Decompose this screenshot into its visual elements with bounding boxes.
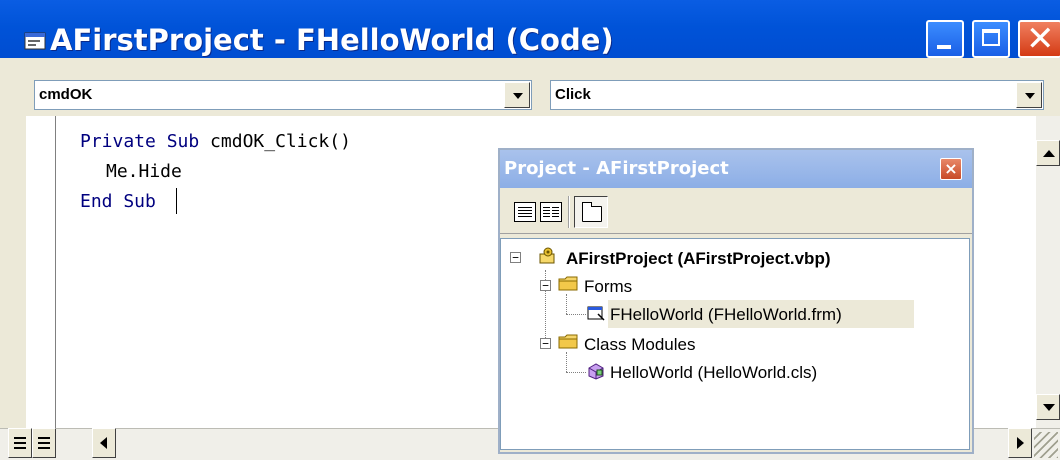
code-line-3: End Sub bbox=[80, 188, 156, 216]
maximize-button[interactable] bbox=[972, 20, 1010, 58]
chevron-down-icon[interactable] bbox=[1016, 82, 1042, 108]
object-dropdown-value: cmdOK bbox=[39, 86, 93, 103]
procedure-view-icon bbox=[14, 437, 26, 449]
project-explorer-toolbar bbox=[500, 188, 972, 234]
tree-collapse-toggle[interactable]: − bbox=[540, 280, 551, 291]
chevron-down-icon[interactable] bbox=[504, 82, 530, 108]
tree-collapse-toggle[interactable]: − bbox=[510, 252, 521, 263]
view-object-icon[interactable] bbox=[540, 202, 562, 222]
toggle-folders-icon bbox=[582, 202, 602, 222]
project-icon bbox=[539, 247, 555, 264]
procedure-dropdown-value: Click bbox=[555, 86, 591, 103]
scroll-down-button[interactable] bbox=[1036, 394, 1060, 420]
form-icon bbox=[587, 306, 605, 321]
minimize-button[interactable] bbox=[926, 20, 964, 58]
tree-connector bbox=[566, 372, 586, 373]
margin-indicator-bar[interactable] bbox=[26, 116, 56, 428]
toolbar-separator bbox=[568, 196, 570, 228]
procedure-dropdown[interactable]: Click bbox=[550, 80, 1044, 110]
folder-icon bbox=[558, 334, 578, 349]
tree-item-project[interactable]: AFirstProject (AFirstProject.vbp) bbox=[566, 246, 831, 272]
procedure-view-button[interactable] bbox=[8, 428, 32, 458]
scroll-left-button[interactable] bbox=[92, 428, 116, 458]
folder-icon bbox=[558, 276, 578, 291]
object-dropdown[interactable]: cmdOK bbox=[34, 80, 532, 110]
tree-collapse-toggle[interactable]: − bbox=[540, 338, 551, 349]
scroll-up-button[interactable] bbox=[1036, 140, 1060, 166]
class-module-icon bbox=[588, 363, 604, 380]
full-module-view-button[interactable] bbox=[32, 428, 56, 458]
code-window-icon bbox=[24, 32, 46, 50]
tree-connector bbox=[566, 352, 567, 372]
project-explorer-close-button[interactable]: × bbox=[940, 158, 962, 180]
scroll-right-button[interactable] bbox=[1008, 428, 1032, 458]
resize-grip[interactable] bbox=[1034, 432, 1058, 458]
tree-connector bbox=[566, 294, 567, 314]
tree-item-class-modules-folder[interactable]: Class Modules bbox=[584, 332, 696, 358]
close-icon: ✕ bbox=[1026, 19, 1055, 59]
code-line-2: Me.Hide bbox=[106, 161, 182, 182]
text-caret bbox=[176, 188, 177, 214]
tree-item-class[interactable]: HelloWorld (HelloWorld.cls) bbox=[610, 360, 817, 386]
tree-item-form[interactable]: FHelloWorld (FHelloWorld.frm) bbox=[610, 302, 842, 328]
window-title: AFirstProject - FHelloWorld (Code) bbox=[50, 23, 614, 57]
toggle-folders-button[interactable] bbox=[574, 196, 608, 228]
tree-connector bbox=[566, 314, 586, 315]
code-line-1: Private Sub cmdOK_Click() bbox=[80, 128, 351, 156]
project-explorer-title: Project - AFirstProject bbox=[504, 158, 729, 179]
code-text: cmdOK_Click() bbox=[199, 131, 351, 152]
tree-item-forms-folder[interactable]: Forms bbox=[584, 274, 632, 300]
full-module-view-icon bbox=[38, 437, 50, 449]
keyword: End Sub bbox=[80, 191, 156, 212]
keyword: Private Sub bbox=[80, 131, 200, 152]
view-code-icon[interactable] bbox=[514, 202, 536, 222]
window-border bbox=[0, 116, 26, 428]
